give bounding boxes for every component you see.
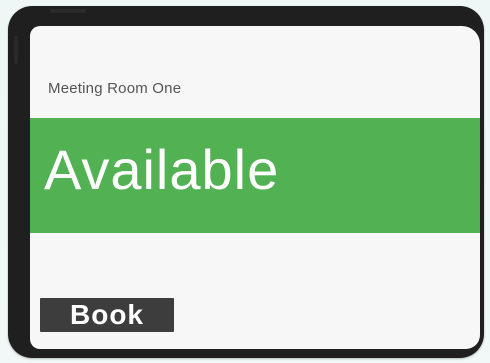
room-name: Meeting Room One [48,80,182,97]
book-button[interactable]: Book [40,298,174,332]
status-label: Available [44,138,280,201]
tablet-top-button [50,9,86,13]
tablet-device: Meeting Room One Available Book [8,6,484,358]
status-banner: Available [30,118,480,233]
tablet-side-button [14,36,18,64]
room-booking-screen: Meeting Room One Available Book [30,26,480,349]
